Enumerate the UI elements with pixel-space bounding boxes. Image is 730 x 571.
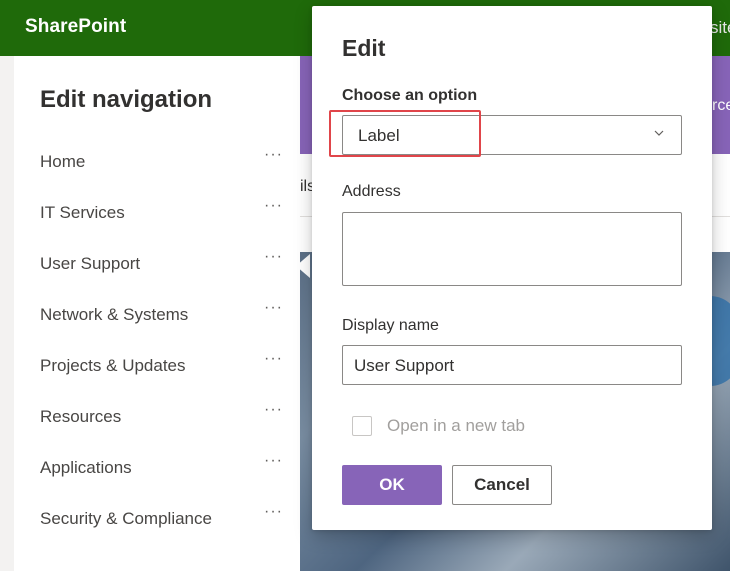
cancel-button[interactable]: Cancel [452,465,552,505]
nav-item-it-services[interactable]: IT Services ··· [40,197,290,227]
nav-item-applications[interactable]: Applications ··· [40,452,290,482]
more-options-icon[interactable]: ··· [264,197,283,215]
open-new-tab-checkbox[interactable] [352,416,372,436]
display-name-value: User Support [354,356,455,375]
more-options-icon[interactable]: ··· [264,248,283,266]
edit-dialog: Edit Choose an option Label Address Disp… [312,6,712,530]
panel-title: Edit navigation [40,86,213,113]
more-options-icon[interactable]: ··· [264,146,283,164]
app-brand[interactable]: SharePoint [25,16,126,38]
banner-partial-text: rce [712,97,730,114]
more-options-icon[interactable]: ··· [264,350,283,368]
display-name-input[interactable]: User Support [342,345,682,385]
display-name-label: Display name [342,317,439,334]
choose-option-label: Choose an option [342,87,478,104]
nav-item-home[interactable]: Home ··· [40,146,290,176]
suite-bar-partial-text: site [710,18,730,37]
nav-item-label: Security & Compliance [40,509,212,528]
nav-item-label: Home [40,152,86,171]
edit-navigation-panel: Edit navigation Home ··· IT Services ···… [14,56,300,571]
annotation-highlight-box [329,110,481,157]
more-options-icon[interactable]: ··· [264,299,283,317]
more-options-icon[interactable]: ··· [264,503,283,521]
callout-pointer [296,254,310,278]
nav-item-label: Projects & Updates [40,356,186,375]
ok-button[interactable]: OK [342,465,442,505]
nav-item-projects-updates[interactable]: Projects & Updates ··· [40,350,290,380]
more-options-icon[interactable]: ··· [264,452,283,470]
nav-item-label: IT Services [40,203,125,222]
nav-item-label: Resources [40,407,122,426]
nav-item-user-support[interactable]: User Support ··· [40,248,290,278]
nav-item-resources[interactable]: Resources ··· [40,401,290,431]
address-label: Address [342,183,401,200]
nav-item-network-systems[interactable]: Network & Systems ··· [40,299,290,329]
nav-item-label: Applications [40,458,132,477]
open-new-tab-label[interactable]: Open in a new tab [387,416,525,436]
nav-item-label: User Support [40,254,141,273]
page-left-gutter [0,56,14,571]
dialog-title: Edit [342,35,386,61]
address-textarea[interactable] [342,212,682,286]
nav-item-label: Network & Systems [40,305,189,324]
nav-item-security-compliance[interactable]: Security & Compliance ··· [40,503,290,533]
chevron-down-icon [654,130,664,136]
more-options-icon[interactable]: ··· [264,401,283,419]
